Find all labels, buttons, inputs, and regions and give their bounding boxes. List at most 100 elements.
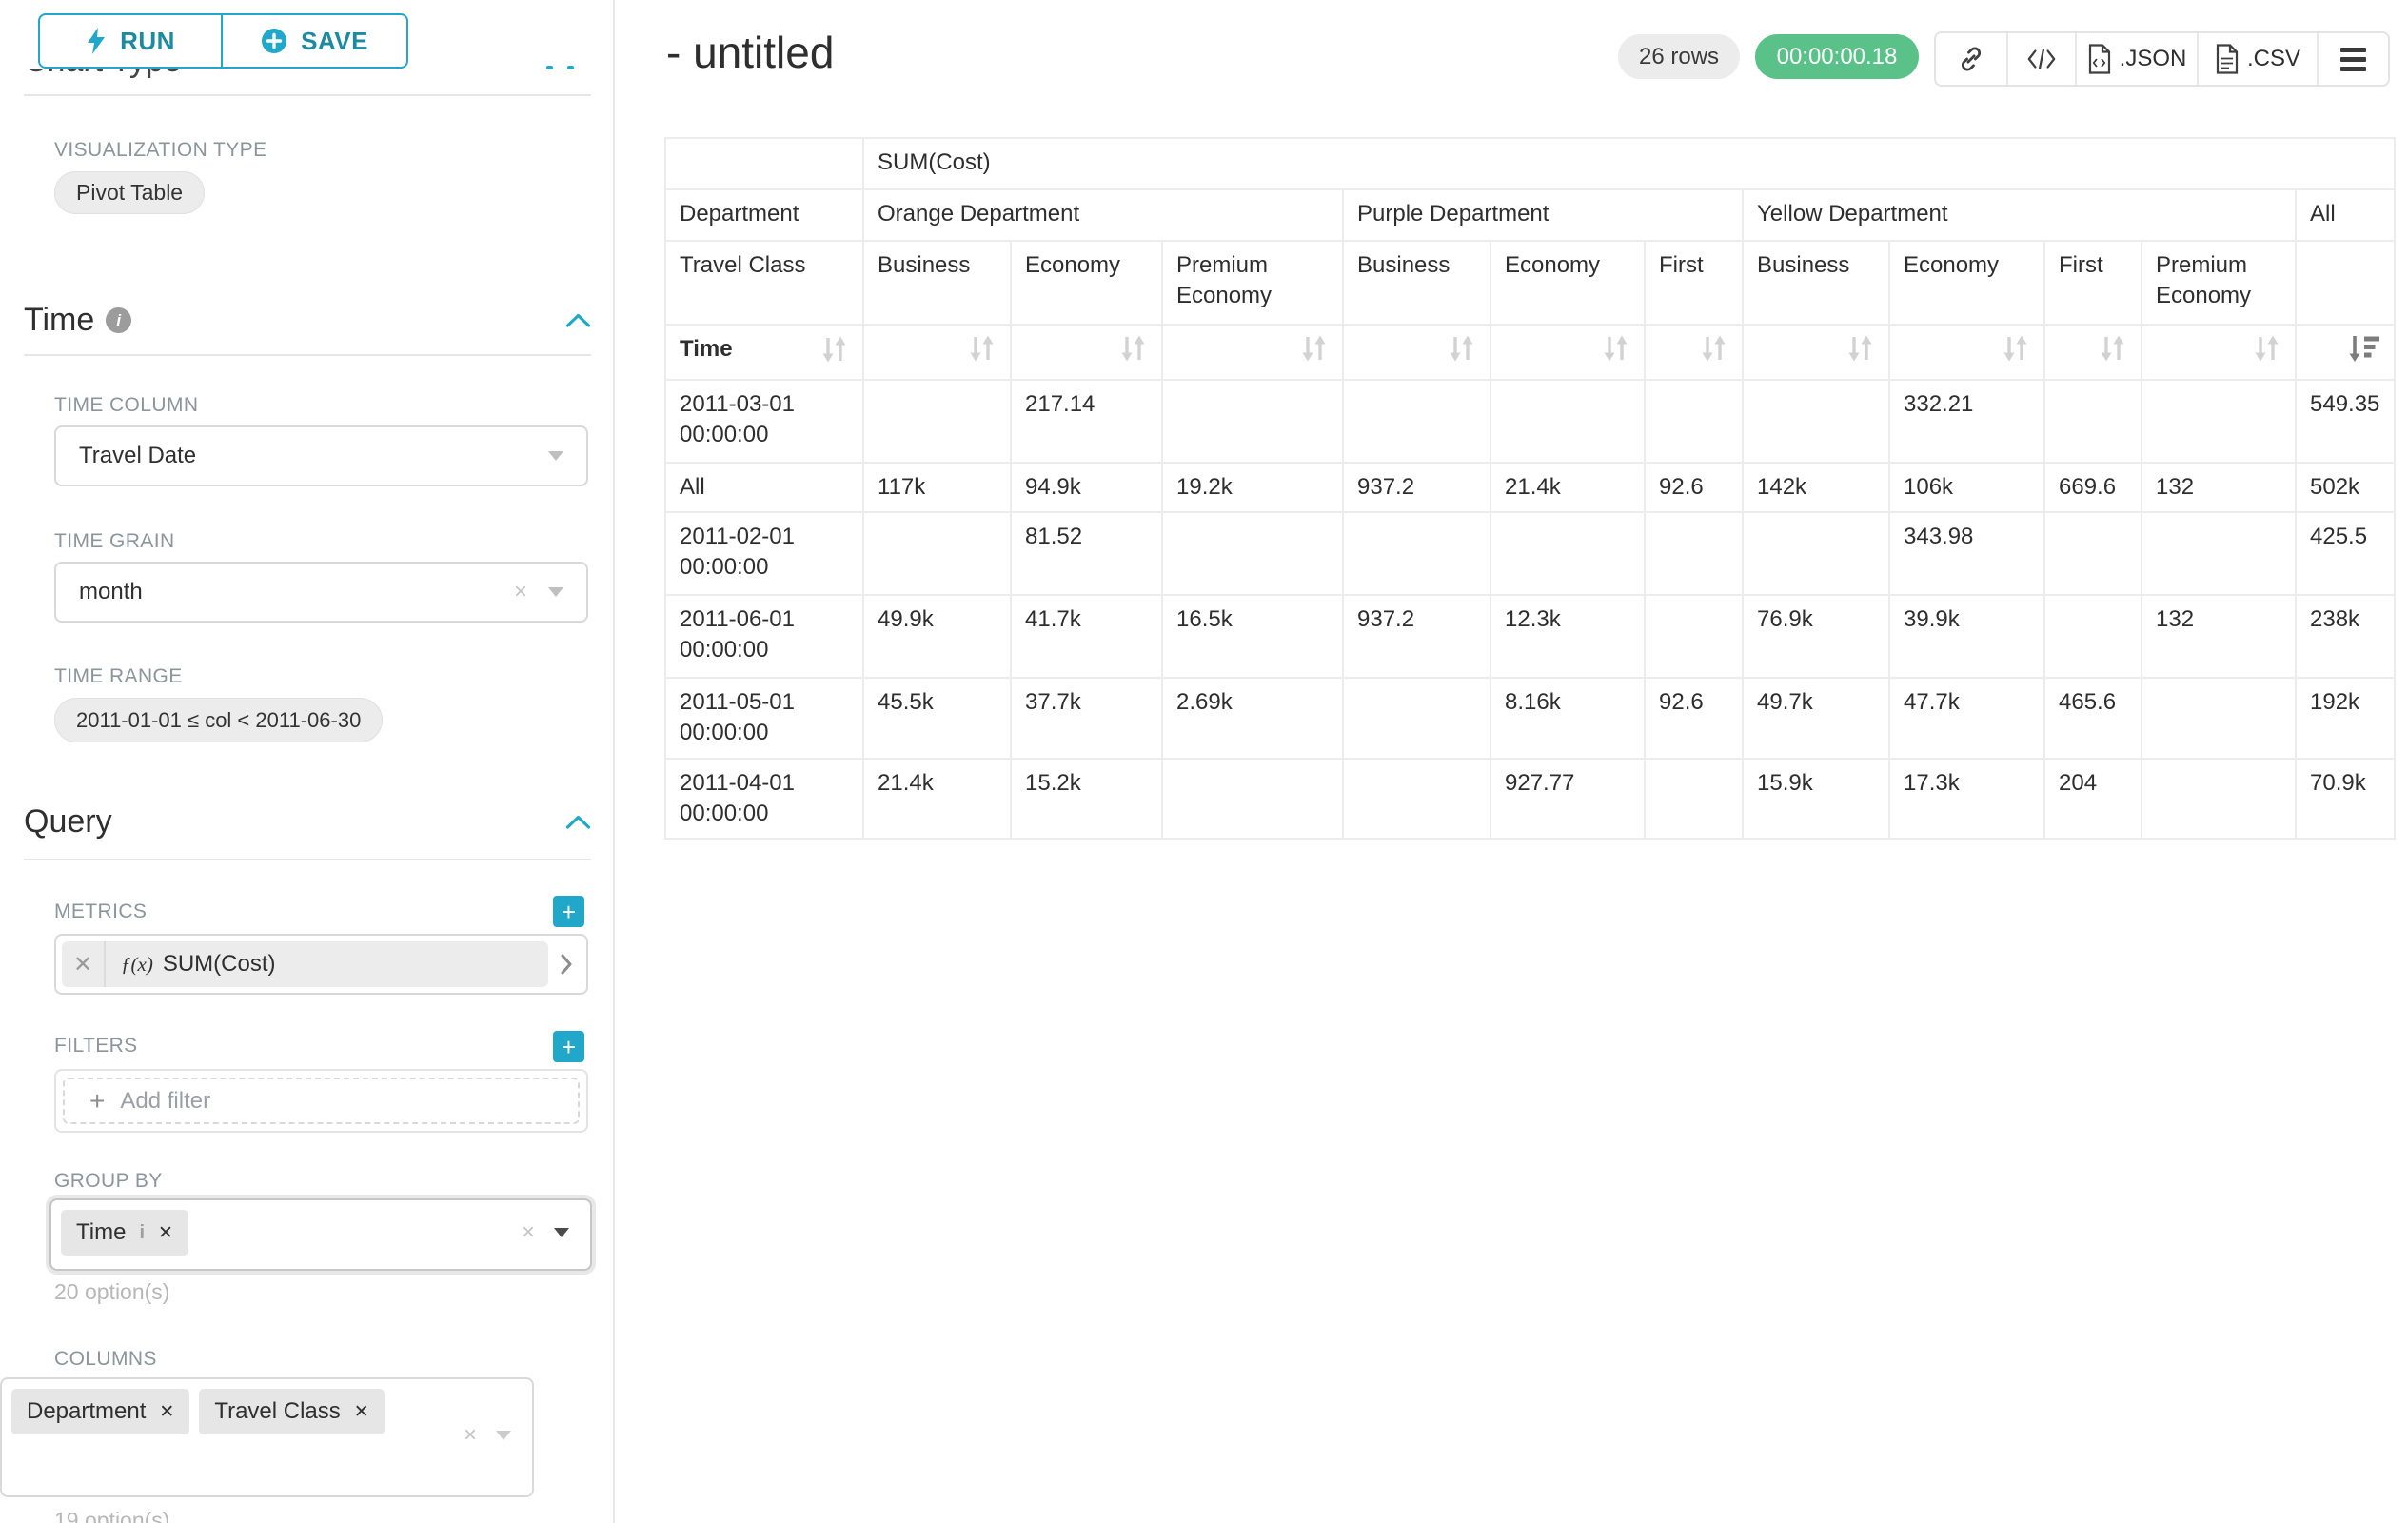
remove-icon[interactable]: ✕ bbox=[159, 1401, 174, 1423]
pivot-sort-header[interactable] bbox=[1162, 325, 1343, 380]
time-column-select[interactable]: Travel Date bbox=[54, 425, 588, 486]
pivot-row: 2011-04-01 00:00:0021.4k15.2k927.7715.9k… bbox=[665, 759, 2395, 839]
pivot-dim-department: Department bbox=[665, 189, 863, 241]
pivot-sort-header[interactable] bbox=[1011, 325, 1162, 380]
pivot-cell: 15.2k bbox=[1011, 759, 1162, 839]
pivot-cell: 937.2 bbox=[1343, 595, 1490, 678]
sort-icon[interactable] bbox=[1117, 334, 1148, 363]
columns-label: COLUMNS bbox=[54, 1348, 157, 1371]
sort-icon[interactable] bbox=[1845, 334, 1875, 363]
pivot-subcolumn-header: Business bbox=[863, 241, 1011, 325]
time-grain-select[interactable]: month × bbox=[54, 562, 588, 623]
pivot-sort-header[interactable] bbox=[2296, 325, 2395, 380]
plus-circle-icon bbox=[261, 28, 287, 54]
pivot-cell: 92.6 bbox=[1645, 463, 1743, 512]
clear-icon[interactable]: × bbox=[522, 1221, 535, 1244]
sort-icon[interactable] bbox=[2000, 334, 2030, 363]
sort-icon[interactable] bbox=[2251, 334, 2281, 363]
time-section-header[interactable]: Time i bbox=[24, 302, 591, 339]
pivot-cell bbox=[1343, 759, 1490, 839]
chevron-down-icon bbox=[554, 1228, 569, 1237]
options-hint: 20 option(s) bbox=[54, 1279, 169, 1305]
export-json-button[interactable]: .JSON bbox=[2075, 33, 2197, 85]
add-filter-button[interactable]: + Add filter bbox=[63, 1078, 580, 1124]
add-metric-button[interactable]: + bbox=[553, 896, 584, 927]
pivot-dim-time-sort-header[interactable]: Time bbox=[665, 325, 863, 380]
pivot-sort-header[interactable] bbox=[2044, 325, 2142, 380]
lightning-icon bbox=[86, 27, 107, 55]
copy-link-button[interactable] bbox=[1936, 33, 2006, 85]
chevron-up-icon[interactable] bbox=[565, 814, 591, 830]
pivot-row-key: All bbox=[665, 463, 863, 512]
pivot-cell: 238k bbox=[2296, 595, 2395, 678]
divider bbox=[24, 354, 591, 356]
chart-panel: - untitled 26 rows 00:00:00.18 bbox=[617, 0, 2408, 1523]
sort-icon[interactable] bbox=[1446, 334, 1476, 363]
pivot-sort-header[interactable] bbox=[1645, 325, 1743, 380]
clear-icon[interactable]: × bbox=[464, 1424, 477, 1447]
remove-icon[interactable]: ✕ bbox=[158, 1222, 173, 1244]
pivot-sort-header[interactable] bbox=[863, 325, 1011, 380]
pivot-sort-header[interactable] bbox=[1343, 325, 1490, 380]
menu-button[interactable] bbox=[2317, 33, 2388, 85]
sort-descending-icon[interactable] bbox=[2346, 334, 2380, 363]
sort-icon[interactable] bbox=[1298, 334, 1329, 363]
metrics-label: METRICS bbox=[54, 900, 147, 923]
value-tag[interactable]: Department✕ bbox=[11, 1389, 189, 1434]
chevron-down-icon bbox=[548, 587, 563, 597]
pivot-cell bbox=[2142, 380, 2296, 463]
sort-icon[interactable] bbox=[819, 335, 849, 364]
clear-icon[interactable]: × bbox=[514, 581, 527, 603]
metrics-control[interactable]: ✕ ƒ(x) SUM(Cost) bbox=[54, 934, 588, 995]
save-button[interactable]: SAVE bbox=[221, 13, 408, 69]
pivot-cell bbox=[1162, 380, 1343, 463]
query-duration-badge: 00:00:00.18 bbox=[1755, 34, 1919, 79]
pivot-cell: 549.35 bbox=[2296, 380, 2395, 463]
plus-icon: + bbox=[89, 1088, 105, 1115]
export-toolbar: .JSON .CSV bbox=[1934, 31, 2390, 87]
divider bbox=[24, 859, 591, 860]
columns-select[interactable]: Department✕ Travel Class ✕ × bbox=[0, 1377, 534, 1497]
value-tag[interactable]: Timei✕ bbox=[61, 1210, 188, 1256]
pivot-cell: 47.7k bbox=[1889, 678, 2044, 759]
pivot-cell: 106k bbox=[1889, 463, 2044, 512]
panel-resize-handle[interactable] bbox=[546, 66, 574, 69]
pivot-sort-header[interactable] bbox=[2142, 325, 2296, 380]
sort-icon[interactable] bbox=[2097, 334, 2127, 363]
export-csv-button[interactable]: .CSV bbox=[2197, 33, 2317, 85]
pivot-sort-header[interactable] bbox=[1743, 325, 1889, 380]
run-save-toolbar: RUN SAVE bbox=[38, 13, 408, 69]
pivot-sort-header[interactable] bbox=[1490, 325, 1645, 380]
remove-metric-icon[interactable]: ✕ bbox=[62, 941, 106, 987]
pivot-row: 2011-03-01 00:00:00217.14332.21549.35 bbox=[665, 380, 2395, 463]
time-range-label: TIME RANGE bbox=[54, 665, 183, 688]
pivot-cell: 70.9k bbox=[2296, 759, 2395, 839]
pivot-cell bbox=[1162, 512, 1343, 595]
chevron-up-icon[interactable] bbox=[565, 312, 591, 328]
remove-icon[interactable]: ✕ bbox=[354, 1401, 369, 1423]
sort-icon[interactable] bbox=[1698, 334, 1728, 363]
pivot-cell: 192k bbox=[2296, 678, 2395, 759]
chart-title[interactable]: - untitled bbox=[666, 27, 834, 78]
pivot-subcolumn-header: Premium Economy bbox=[2142, 241, 2296, 325]
pivot-cell bbox=[1645, 512, 1743, 595]
pivot-column-group-header: Yellow Department bbox=[1743, 189, 2296, 241]
value-tag[interactable]: Travel Class ✕ bbox=[199, 1389, 384, 1434]
add-filter-plus-button[interactable]: + bbox=[553, 1031, 584, 1062]
embed-code-button[interactable] bbox=[2006, 33, 2075, 85]
group-by-select[interactable]: Timei✕ × bbox=[49, 1198, 592, 1271]
sort-icon[interactable] bbox=[1600, 334, 1630, 363]
pivot-cell: 217.14 bbox=[1011, 380, 1162, 463]
metric-chip[interactable]: ✕ ƒ(x) SUM(Cost) bbox=[62, 941, 548, 987]
run-button[interactable]: RUN bbox=[38, 13, 223, 69]
sort-icon[interactable] bbox=[966, 334, 997, 363]
pivot-cell bbox=[1343, 380, 1490, 463]
pivot-cell: 204 bbox=[2044, 759, 2142, 839]
pivot-sort-header[interactable] bbox=[1889, 325, 2044, 380]
tag-label: Travel Class bbox=[214, 1398, 340, 1425]
visualization-type-chip[interactable]: Pivot Table bbox=[54, 171, 205, 214]
time-range-chip[interactable]: 2011-01-01 ≤ col < 2011-06-30 bbox=[54, 698, 383, 742]
options-hint: 19 option(s) bbox=[54, 1508, 169, 1523]
query-section-header[interactable]: Query bbox=[24, 803, 591, 841]
pivot-cell: 142k bbox=[1743, 463, 1889, 512]
